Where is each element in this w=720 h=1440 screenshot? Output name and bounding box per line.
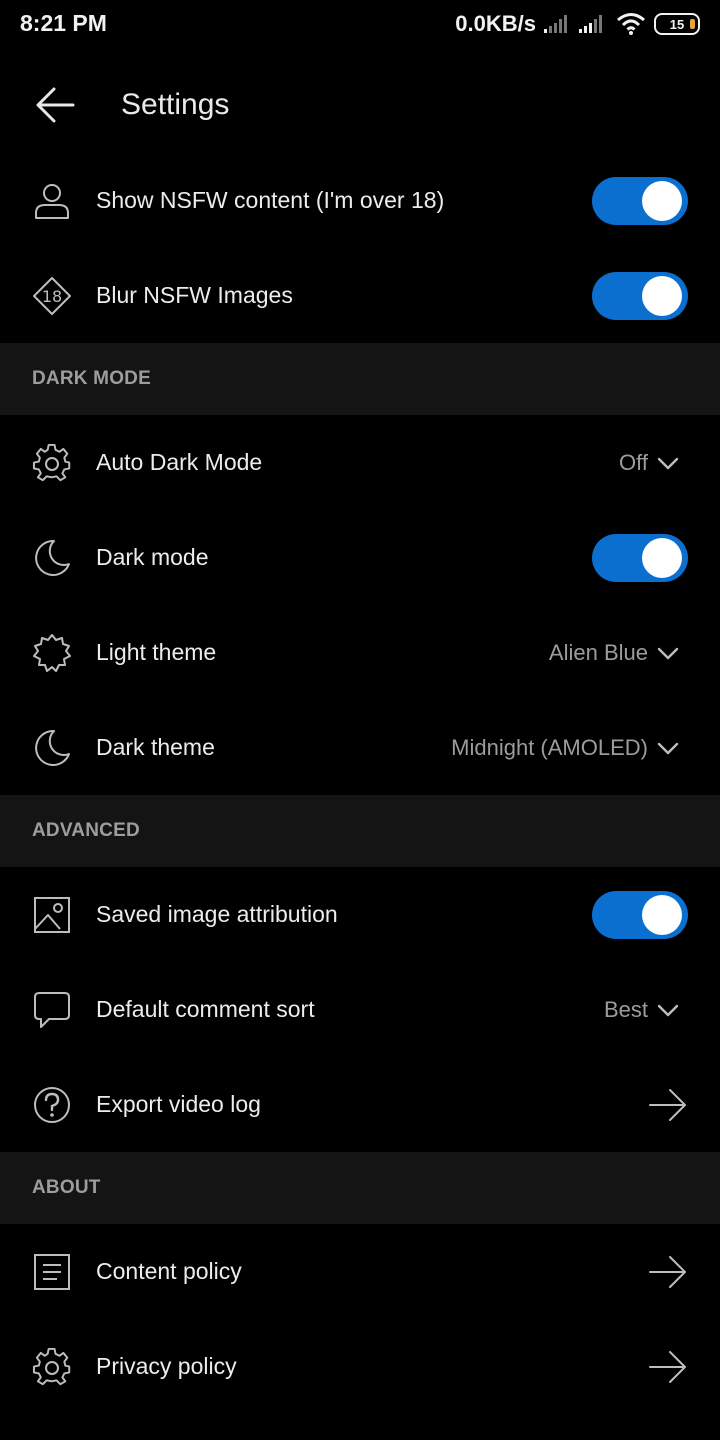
auto-dark-mode-value[interactable]: Off (619, 450, 648, 476)
saved-image-attribution-toggle[interactable] (592, 890, 688, 939)
setting-show-nsfw[interactable]: Show NSFW content (I'm over 18) (0, 153, 720, 248)
section-header-dark-mode: DARK MODE (0, 343, 720, 415)
setting-label: Saved image attribution (96, 901, 338, 927)
settings-list: Show NSFW content (I'm over 18) 18 Blur … (0, 153, 720, 1414)
arrow-right-icon[interactable] (648, 1347, 688, 1387)
image-icon (32, 895, 72, 935)
setting-blur-nsfw[interactable]: 18 Blur NSFW Images (0, 248, 720, 343)
setting-default-comment-sort[interactable]: Default comment sort Best (0, 962, 720, 1057)
status-bar: 8:21 PM 0.0KB/s 15 (0, 0, 720, 50)
nsfw-18-icon: 18 (32, 276, 72, 316)
back-button[interactable] (28, 80, 82, 130)
setting-label: Blur NSFW Images (96, 282, 293, 308)
comment-icon (32, 990, 72, 1030)
setting-saved-image-attribution[interactable]: Saved image attribution (0, 867, 720, 962)
section-header-about: ABOUT (0, 1152, 720, 1224)
dark-theme-value[interactable]: Midnight (AMOLED) (451, 735, 648, 761)
wifi-icon (617, 13, 645, 35)
back-arrow-icon (36, 87, 75, 123)
setting-label: Export video log (96, 1091, 261, 1117)
chevron-down-icon[interactable] (656, 998, 680, 1022)
setting-privacy-policy[interactable]: Privacy policy (0, 1319, 720, 1414)
moon-icon (32, 538, 72, 578)
show-nsfw-toggle[interactable] (592, 176, 688, 225)
battery-icon: 15 (654, 13, 700, 35)
status-time: 8:21 PM (20, 10, 107, 36)
network-speed: 0.0KB/s (455, 11, 536, 36)
section-header-advanced: ADVANCED (0, 795, 720, 867)
user-icon (32, 181, 72, 221)
status-indicators: 0.0KB/s 15 (455, 10, 700, 38)
setting-label: Content policy (96, 1258, 242, 1284)
document-icon (32, 1252, 72, 1292)
blur-nsfw-toggle[interactable] (592, 271, 688, 320)
gear-icon (32, 1347, 72, 1387)
setting-dark-theme[interactable]: Dark theme Midnight (AMOLED) (0, 700, 720, 795)
svg-text:18: 18 (42, 287, 62, 306)
moon-icon (32, 728, 72, 768)
setting-label: Light theme (96, 639, 217, 665)
battery-level: 15 (669, 16, 685, 32)
chevron-down-icon[interactable] (656, 736, 680, 760)
dark-mode-toggle[interactable] (592, 533, 688, 582)
gear-icon (32, 443, 72, 483)
app-bar: Settings (0, 62, 720, 148)
comment-sort-value[interactable]: Best (604, 997, 648, 1023)
setting-label: Auto Dark Mode (96, 449, 263, 475)
chevron-down-icon[interactable] (656, 451, 680, 475)
arrow-right-icon[interactable] (648, 1085, 688, 1125)
signal-weak-icon (544, 15, 567, 33)
setting-auto-dark-mode[interactable]: Auto Dark Mode Off (0, 415, 720, 510)
chevron-down-icon[interactable] (656, 641, 680, 665)
setting-dark-mode[interactable]: Dark mode (0, 510, 720, 605)
help-icon (32, 1085, 72, 1125)
setting-label: Dark theme (96, 734, 215, 760)
setting-content-policy[interactable]: Content policy (0, 1224, 720, 1319)
setting-label: Default comment sort (96, 996, 315, 1022)
signal-icon (579, 15, 602, 33)
sun-icon (32, 633, 72, 673)
setting-label: Privacy policy (96, 1353, 237, 1379)
setting-light-theme[interactable]: Light theme Alien Blue (0, 605, 720, 700)
setting-label: Dark mode (96, 544, 209, 570)
page-title: Settings (121, 88, 230, 121)
setting-label: Show NSFW content (I'm over 18) (96, 187, 445, 213)
arrow-right-icon[interactable] (648, 1252, 688, 1292)
light-theme-value[interactable]: Alien Blue (549, 640, 648, 666)
setting-export-video-log[interactable]: Export video log (0, 1057, 720, 1152)
